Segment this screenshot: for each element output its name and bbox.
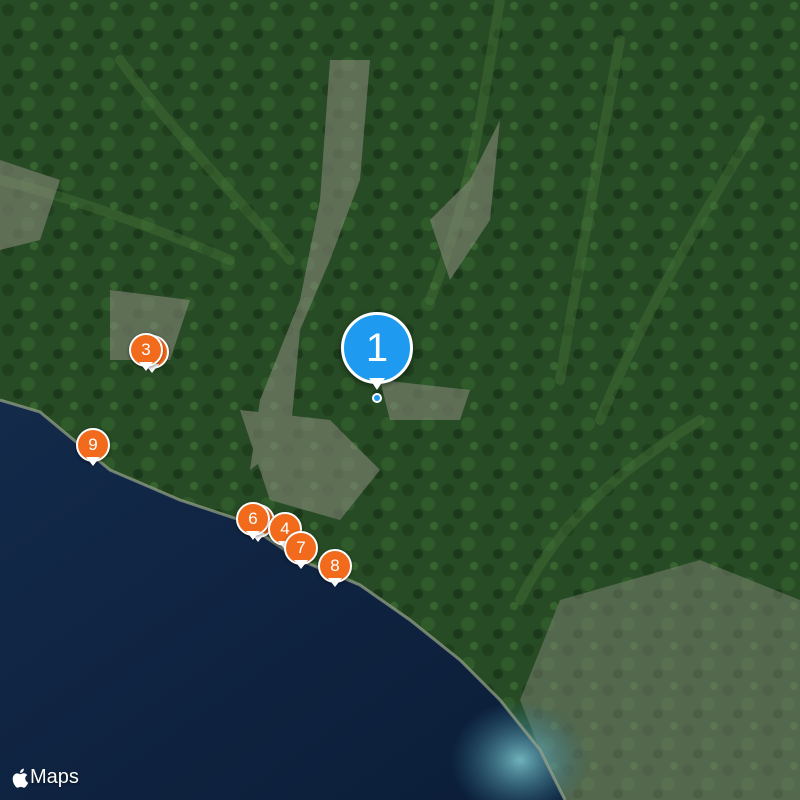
maps-attribution[interactable]: Maps: [12, 766, 79, 789]
apple-logo-icon: [12, 768, 28, 788]
map-pin-6[interactable]: 6: [236, 502, 270, 542]
map-pin-7[interactable]: 7: [284, 531, 318, 571]
map-pin-tail: [86, 457, 100, 466]
map-pin-3[interactable]: 3: [129, 333, 163, 373]
location-dot-icon: [372, 393, 382, 403]
map-pin-8[interactable]: 8: [318, 549, 352, 589]
map-pin-tail: [246, 531, 260, 540]
map-pin-tail: [328, 578, 342, 587]
map-pin-tail: [294, 560, 308, 569]
primary-location-marker[interactable]: 1: [341, 312, 413, 403]
map-pin-9[interactable]: 9: [76, 428, 110, 468]
primary-marker-label: 1: [341, 312, 413, 384]
primary-marker-tail: [369, 378, 385, 390]
map-pin-tail: [139, 362, 153, 371]
attribution-text: Maps: [30, 766, 79, 788]
